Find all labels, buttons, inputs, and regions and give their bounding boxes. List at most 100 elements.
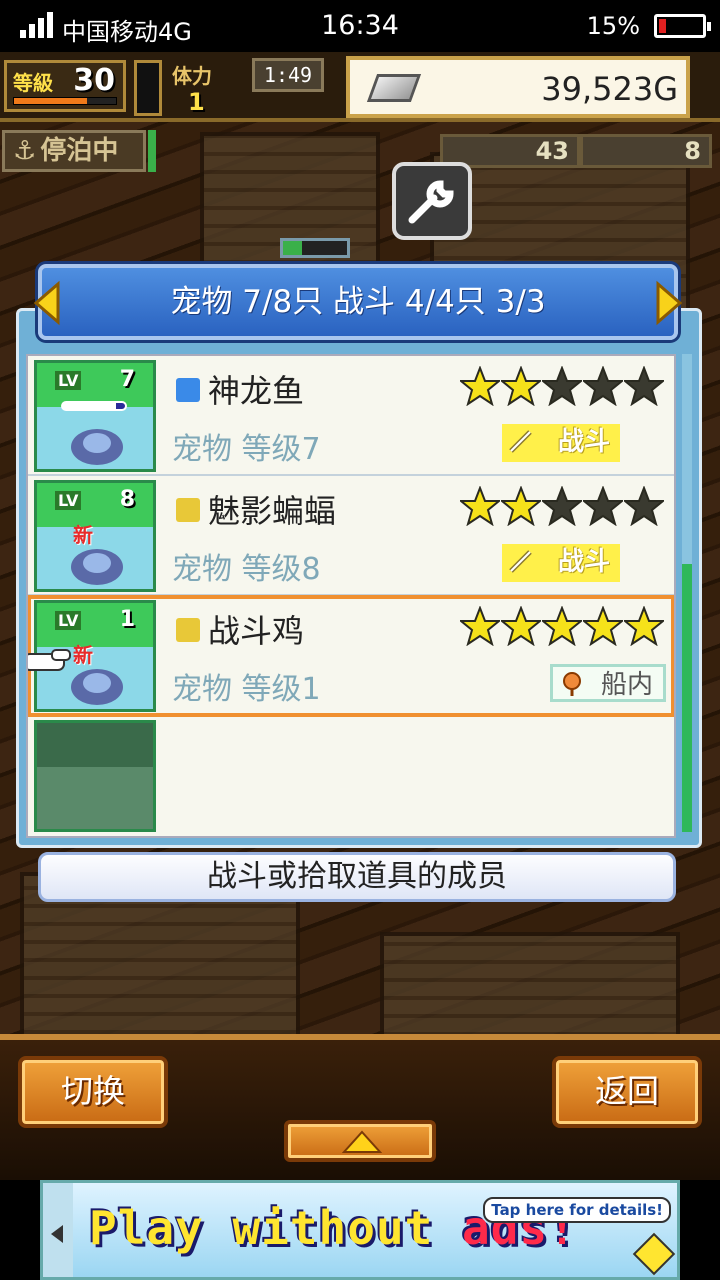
stamina-label: 体力 — [172, 64, 212, 88]
star-icon — [581, 365, 625, 407]
element-icon — [176, 498, 200, 522]
top-hud: 等級 30 体力 1 1:49 39,523G — [0, 52, 720, 122]
gold-amount: 39,523G — [541, 70, 678, 108]
wrench-button[interactable] — [392, 162, 472, 240]
stamina-box: 体力 1 1:49 — [168, 58, 328, 118]
pet-sprite — [71, 669, 123, 705]
pet-sprite — [71, 549, 123, 585]
pet-sprite — [71, 429, 123, 465]
star-icon — [499, 485, 543, 527]
resource-counter: 8 — [580, 134, 712, 168]
mooring-indicator — [148, 130, 156, 172]
chevron-left-icon — [51, 1225, 63, 1243]
gold-box[interactable]: 39,523G — [346, 56, 690, 118]
mooring-status[interactable]: ⚓ 停泊中 — [2, 130, 146, 172]
arrow-left-icon — [33, 280, 60, 326]
level-box[interactable]: 等級 30 — [4, 60, 126, 112]
star-icon — [458, 605, 502, 647]
pet-name: 战斗鸡 — [208, 612, 305, 650]
pet-name: 神龙鱼 — [208, 372, 305, 410]
arrow-right-icon — [656, 280, 683, 326]
anchor-icon: ⚓ — [13, 136, 37, 166]
battery-icon — [654, 14, 711, 38]
level-badge: LV — [55, 371, 82, 390]
scrollbar[interactable] — [682, 354, 692, 832]
status-badge[interactable]: 船内 — [550, 664, 666, 702]
sword-icon — [509, 550, 532, 573]
element-icon — [176, 618, 200, 642]
ad-details-link[interactable]: Tap here for details! — [483, 1197, 671, 1223]
pet-level: 7 — [119, 367, 135, 392]
pet-subtitle: 宠物 等级8 — [172, 552, 321, 587]
star-icon — [458, 365, 502, 407]
star-icon — [540, 485, 584, 527]
resource-value: 8 — [684, 137, 701, 165]
status-bar: 中国移动4G 16:34 15% — [0, 0, 720, 52]
panel-title: 宠物 7/8只 战斗 4/4只 3/3 — [170, 284, 546, 320]
prev-page-button[interactable] — [32, 280, 62, 326]
star-icon — [540, 605, 584, 647]
ad-collapse-button[interactable] — [43, 1183, 73, 1277]
scrollbar-thumb[interactable] — [682, 564, 692, 832]
level-value: 30 — [73, 63, 115, 98]
star-icon — [581, 605, 625, 647]
star-icon — [499, 605, 543, 647]
star-icon — [540, 365, 584, 407]
level-badge: LV — [55, 491, 82, 510]
badge-label: 战斗 — [557, 547, 610, 577]
panel-description: 战斗或拾取道具的成员 — [38, 852, 676, 902]
gauge-icon — [134, 60, 162, 116]
resource-value: 43 — [535, 137, 569, 165]
pet-list[interactable]: LV 7 神龙鱼 宠物 等级7 战斗 LV 8 新 魅影蝙蝠 宠物 等级8 战斗… — [26, 354, 676, 838]
star-rating — [458, 605, 670, 648]
sword-icon — [509, 430, 532, 453]
list-item[interactable]: LV 8 新 魅影蝙蝠 宠物 等级8 战斗 — [28, 476, 674, 596]
chevron-up-icon — [342, 1130, 382, 1153]
ad-logo-icon — [632, 1232, 676, 1276]
star-icon — [622, 605, 666, 647]
pin-icon — [563, 672, 581, 696]
level-label: 等級 — [13, 71, 53, 95]
list-item-empty[interactable] — [28, 716, 674, 836]
list-item[interactable]: LV 1 新 战斗鸡 宠物 等级1 船内 — [28, 595, 674, 717]
battery-percent: 15% — [586, 12, 640, 40]
ad-text-a: Play without — [89, 1201, 463, 1255]
silver-ingot-icon — [366, 74, 422, 102]
status-badge[interactable]: 战斗 — [502, 544, 620, 582]
panel-header: 宠物 7/8只 战斗 4/4只 3/3 — [33, 264, 683, 340]
empty-slot[interactable] — [34, 720, 156, 832]
pet-level: 8 — [119, 487, 135, 512]
pet-subtitle: 宠物 等级1 — [172, 672, 321, 707]
sub-hud: ⚓ 停泊中 43 8 — [0, 126, 720, 174]
pet-subtitle: 宠物 等级7 — [172, 432, 321, 467]
pet-xp-bar — [61, 401, 127, 411]
badge-label: 船内 — [600, 670, 653, 700]
back-button[interactable]: 返回 — [552, 1056, 702, 1128]
next-page-button[interactable] — [654, 280, 684, 326]
pet-portrait[interactable]: LV 7 — [34, 360, 156, 472]
status-badge[interactable]: 战斗 — [502, 424, 620, 462]
pointer-hand-icon — [28, 649, 71, 671]
expand-up-button[interactable] — [284, 1120, 436, 1162]
pet-level: 1 — [119, 607, 135, 632]
star-icon — [622, 365, 666, 407]
pet-portrait[interactable]: LV 8 新 — [34, 480, 156, 592]
mooring-label: 停泊中 — [40, 136, 119, 166]
star-rating — [458, 365, 670, 408]
star-icon — [499, 365, 543, 407]
star-rating — [458, 485, 670, 528]
star-icon — [458, 485, 502, 527]
xp-bar — [13, 97, 117, 105]
switch-button[interactable]: 切换 — [18, 1056, 168, 1128]
element-icon — [176, 378, 200, 402]
stamina-value: 1 — [188, 88, 205, 116]
pet-name: 魅影蝙蝠 — [208, 492, 337, 530]
badge-label: 战斗 — [557, 427, 610, 457]
ad-banner[interactable]: Play without ads! Tap here for details! — [40, 1180, 680, 1280]
list-item[interactable]: LV 7 神龙鱼 宠物 等级7 战斗 — [28, 356, 674, 476]
progress-bar — [280, 238, 350, 258]
star-icon — [622, 485, 666, 527]
star-icon — [581, 485, 625, 527]
level-badge: LV — [55, 611, 82, 630]
stamina-timer: 1:49 — [252, 58, 324, 92]
